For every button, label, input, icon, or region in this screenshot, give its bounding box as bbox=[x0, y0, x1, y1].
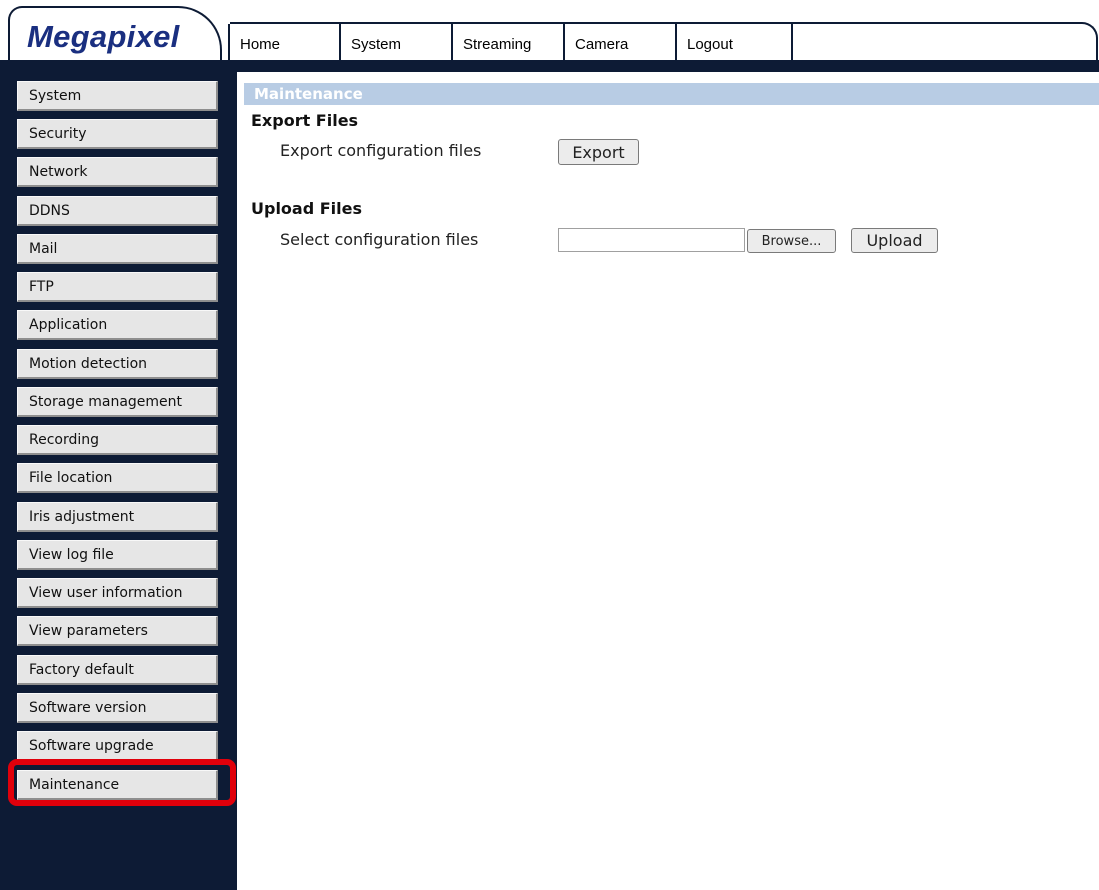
sidebar-item-application[interactable]: Application bbox=[17, 310, 218, 340]
tab-streaming[interactable]: Streaming bbox=[453, 24, 565, 62]
sidebar-item-system[interactable]: System bbox=[17, 81, 218, 111]
browse-button[interactable]: Browse... bbox=[747, 229, 836, 253]
sidebar-item-recording[interactable]: Recording bbox=[17, 425, 218, 455]
upload-button[interactable]: Upload bbox=[851, 228, 938, 253]
maintenance-highlight-box bbox=[8, 759, 236, 806]
sidebar-item-view-log-file[interactable]: View log file bbox=[17, 540, 218, 570]
upload-files-heading: Upload Files bbox=[251, 199, 363, 218]
top-nav: Home System Streaming Camera Logout bbox=[228, 22, 1098, 62]
tab-home[interactable]: Home bbox=[228, 24, 341, 62]
file-path-input[interactable] bbox=[558, 228, 745, 252]
sidebar-item-ddns[interactable]: DDNS bbox=[17, 196, 218, 226]
export-button[interactable]: Export bbox=[558, 139, 639, 165]
section-title: Maintenance bbox=[254, 85, 363, 103]
export-files-heading: Export Files bbox=[251, 111, 359, 130]
tab-system[interactable]: System bbox=[341, 24, 453, 62]
tab-logout[interactable]: Logout bbox=[677, 24, 793, 62]
sidebar-item-iris-adjustment[interactable]: Iris adjustment bbox=[17, 502, 218, 532]
sidebar-item-file-location[interactable]: File location bbox=[17, 463, 218, 493]
sidebar-item-motion-detection[interactable]: Motion detection bbox=[17, 349, 218, 379]
sidebar-item-factory-default[interactable]: Factory default bbox=[17, 655, 218, 685]
sidebar-item-storage-management[interactable]: Storage management bbox=[17, 387, 218, 417]
logo: Megapixel bbox=[27, 19, 180, 54]
sidebar-item-software-upgrade[interactable]: Software upgrade bbox=[17, 731, 218, 761]
sidebar-item-view-parameters[interactable]: View parameters bbox=[17, 616, 218, 646]
section-header: Maintenance bbox=[244, 83, 1099, 105]
sidebar-item-security[interactable]: Security bbox=[17, 119, 218, 149]
sidebar-item-mail[interactable]: Mail bbox=[17, 234, 218, 264]
sidebar-item-ftp[interactable]: FTP bbox=[17, 272, 218, 302]
tab-camera[interactable]: Camera bbox=[565, 24, 677, 62]
sidebar-item-network[interactable]: Network bbox=[17, 157, 218, 187]
export-config-label: Export configuration files bbox=[280, 141, 482, 160]
select-config-label: Select configuration files bbox=[280, 230, 479, 249]
sidebar-item-software-version[interactable]: Software version bbox=[17, 693, 218, 723]
sidebar-item-view-user-information[interactable]: View user information bbox=[17, 578, 218, 608]
